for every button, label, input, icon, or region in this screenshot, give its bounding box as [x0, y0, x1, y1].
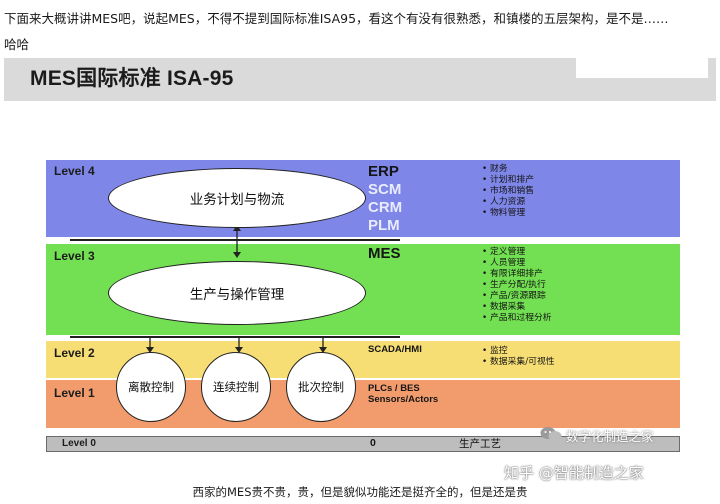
operations-management-label: 生产与操作管理	[189, 287, 285, 303]
intro-text: 下面来大概讲讲MES吧，说起MES，不得不提到国际标准ISA95，看这个有没有很…	[4, 6, 716, 58]
level-0-label: Level 0	[62, 438, 96, 449]
intro-line-2: 哈哈	[4, 37, 30, 52]
connector-line-l3-l2	[70, 336, 400, 338]
system-scada-hmi: SCADA/HMI	[368, 344, 422, 355]
level-2-label: Level 2	[54, 346, 95, 360]
level-3-function-list: 定义管理 人员管理 有限详细排产 生产分配/执行 产品/资源跟踪 数据采集 产品…	[482, 247, 552, 324]
business-planning-ellipse: 业务计划与物流	[108, 168, 366, 228]
production-process-label: 生产工艺	[459, 438, 501, 450]
slide-title: MES国际标准 ISA-95	[30, 67, 234, 90]
level-0-system: 0	[370, 437, 376, 449]
batch-control-circle: 批次控制	[286, 352, 356, 422]
operations-management-ellipse: 生产与操作管理	[108, 261, 366, 325]
wechat-watermark-text: 数字化制造之家	[566, 429, 654, 444]
function-item: 数据采集/可视性	[482, 357, 555, 368]
function-item: 产品和过程分析	[482, 313, 552, 324]
isa95-slide-image: MES国际标准 ISA-95 Level 4 Level 3 Level 2 L…	[4, 58, 716, 482]
discrete-control-label: 离散控制	[128, 380, 174, 394]
function-item: 产品/资源跟踪	[482, 291, 552, 302]
slide-header: MES国际标准 ISA-95	[4, 58, 716, 101]
function-item: 生产分配/执行	[482, 280, 552, 291]
level-1-label: Level 1	[54, 386, 95, 400]
function-item: 市场和销售	[482, 186, 534, 197]
business-planning-label: 业务计划与物流	[189, 192, 285, 208]
system-plm: PLM	[368, 217, 400, 234]
function-item: 数据采集	[482, 302, 552, 313]
connector-line-l4-l3	[70, 239, 400, 241]
system-sensors-actors: Sensors/Actors	[368, 394, 439, 405]
function-item: 人员管理	[482, 258, 552, 269]
function-item: 财务	[482, 164, 534, 175]
function-item: 有限详细排产	[482, 269, 552, 280]
intro-line-1: 下面来大概讲讲MES吧，说起MES，不得不提到国际标准ISA95，看这个有没有很…	[4, 11, 669, 26]
level-3-label: Level 3	[54, 249, 95, 263]
function-item: 定义管理	[482, 247, 552, 258]
level-4-function-list: 财务 计划和排产 市场和销售 人力资源 物料管理	[482, 164, 534, 219]
level-2-function-list: 监控 数据采集/可视性	[482, 346, 555, 368]
discrete-control-circle: 离散控制	[116, 352, 186, 422]
level-4-label: Level 4	[54, 164, 95, 178]
system-crm: CRM	[368, 199, 403, 216]
function-item: 监控	[482, 346, 555, 357]
batch-control-label: 批次控制	[298, 380, 344, 394]
continuous-control-circle: 连续控制	[201, 352, 271, 422]
system-mes: MES	[368, 245, 401, 262]
zhihu-watermark: 知乎 @智能制造之家	[504, 464, 644, 482]
continuous-control-label: 连续控制	[213, 380, 259, 394]
wechat-watermark: 数字化制造之家	[540, 426, 654, 445]
system-erp: ERP	[368, 163, 399, 180]
system-scm: SCM	[368, 181, 402, 198]
logo-box	[576, 58, 708, 78]
function-item: 人力资源	[482, 197, 534, 208]
function-item: 计划和排产	[482, 175, 534, 186]
system-plcs-bes: PLCs / BES	[368, 383, 420, 394]
function-item: 物料管理	[482, 208, 534, 219]
wechat-icon	[540, 426, 562, 445]
image-caption: 西家的MES贵不贵，贵，但是貌似功能还是挺齐全的，但是还是贵	[192, 485, 528, 499]
